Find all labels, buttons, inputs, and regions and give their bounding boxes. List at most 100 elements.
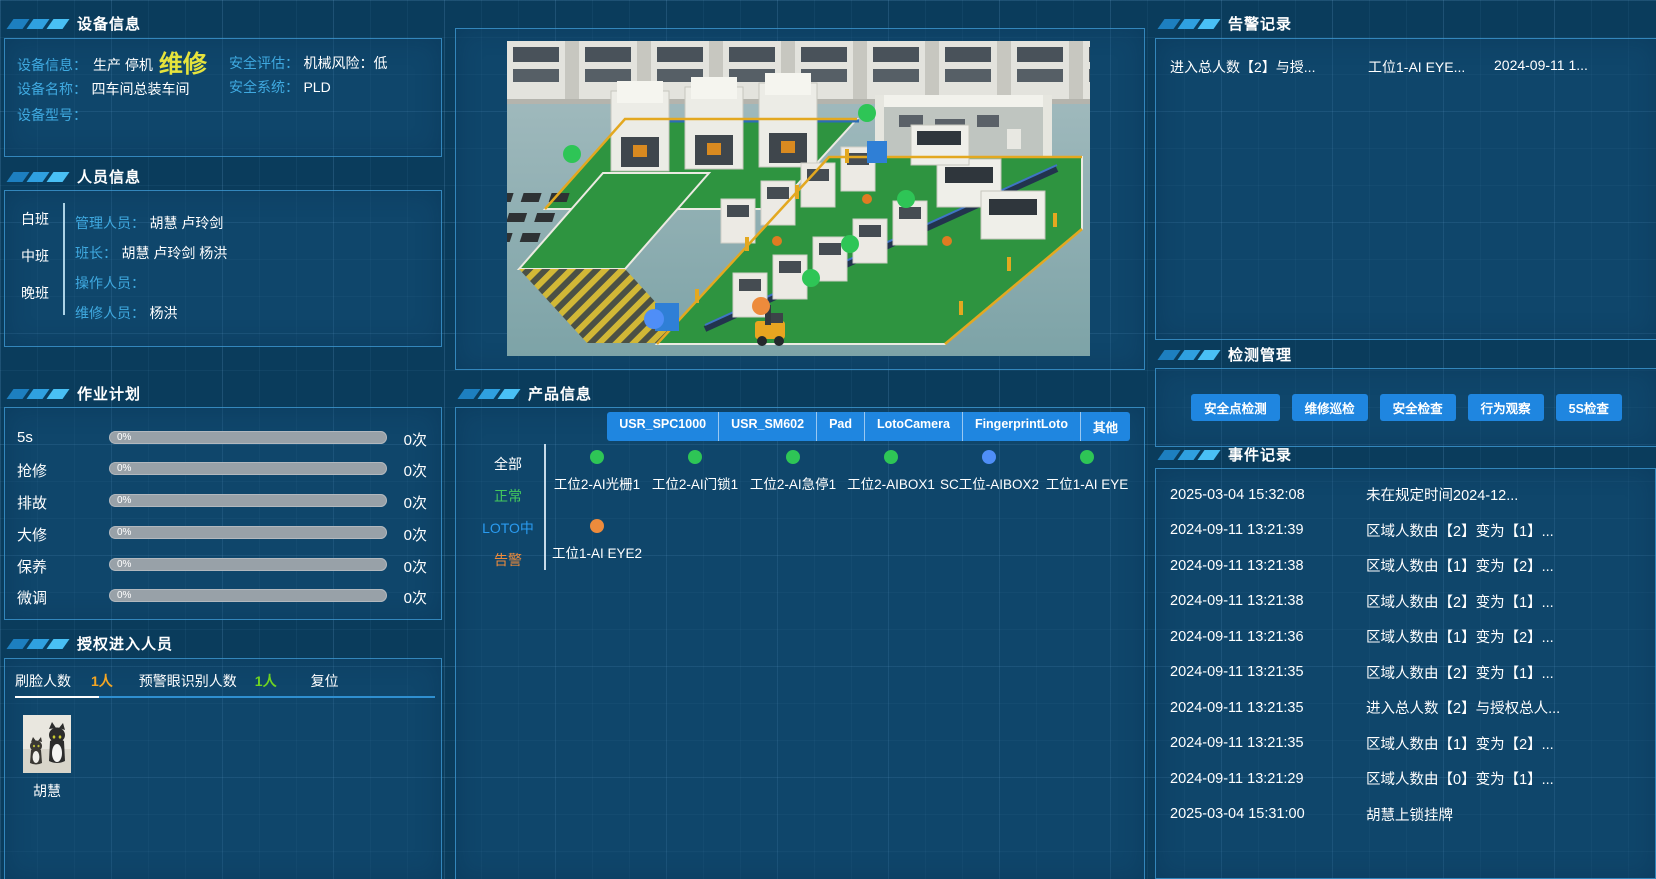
face-count-tab[interactable]: 刷脸人数 [15, 671, 71, 691]
event-row[interactable]: 2024-09-11 13:21:36 区域人数由【1】变为【2】... [1156, 619, 1655, 655]
filter-alarm[interactable]: 告警 [482, 544, 534, 576]
event-row[interactable]: 2025-03-04 15:31:00 胡慧上锁挂牌 [1156, 797, 1655, 833]
factory-3d-view[interactable] [507, 41, 1090, 356]
device-row-2: 工位1-AI EYE2 [548, 519, 1138, 562]
work-plan-panel: 5s 0% 0次 抢修 0% 0次 排故 0% 0次 大修 0% 0次 保养 0… [4, 407, 442, 620]
event-time: 2024-09-11 13:21:36 [1170, 629, 1366, 645]
alarm-message: 进入总人数【2】与授... [1170, 57, 1352, 77]
inspection-buttons: 安全点检测 维修巡检 安全检查 行为观察 5S检查 [1156, 369, 1656, 421]
work-plan-row-count: 0次 [404, 556, 427, 577]
work-plan-row-count: 0次 [404, 492, 427, 513]
personnel-title: 人员信息 [77, 166, 141, 187]
button-fingerprintloto[interactable]: FingerprintLoto [963, 412, 1081, 441]
filter-loto[interactable]: LOTO中 [482, 512, 534, 544]
behavior-observation-button[interactable]: 行为观察 [1468, 394, 1544, 421]
device-item[interactable]: 工位1-AI EYE2 [548, 519, 646, 562]
event-row[interactable]: 2024-09-11 13:21:38 区域人数由【2】变为【1】... [1156, 584, 1655, 620]
status-filter-list: 全部 正常 LOTO中 告警 [482, 448, 534, 576]
shift-tab-night[interactable]: 晚班 [21, 283, 49, 303]
maintenance-patrol-button[interactable]: 维修巡检 [1292, 394, 1368, 421]
device-item[interactable]: 工位2-AI门锁1 [646, 450, 744, 493]
alarm-row[interactable]: 进入总人数【2】与授... 工位1-AI EYE... 2024-09-11 1… [1156, 39, 1656, 77]
button-lotocamera[interactable]: LotoCamera [865, 412, 963, 441]
shift-tab-middle[interactable]: 中班 [21, 246, 49, 266]
safety-point-check-button[interactable]: 安全点检测 [1191, 394, 1280, 421]
safety-inspection-button[interactable]: 安全检查 [1380, 394, 1456, 421]
section-marker-icon [1161, 450, 1217, 460]
device-name-label: 设备名称： [17, 81, 87, 97]
filter-all[interactable]: 全部 [482, 448, 534, 480]
authorized-header: 授权进入人员 [10, 633, 173, 654]
event-row[interactable]: 2024-09-11 13:21:38 区域人数由【1】变为【2】... [1156, 548, 1655, 584]
button-usr-sm602[interactable]: USR_SM602 [719, 412, 817, 441]
event-time: 2025-03-04 15:31:00 [1170, 806, 1366, 822]
event-row[interactable]: 2024-09-11 13:21:29 区域人数由【0】变为【1】... [1156, 761, 1655, 797]
section-marker-icon [10, 19, 66, 29]
person-photo[interactable] [23, 715, 71, 773]
progress-bar: 0% [109, 462, 387, 475]
work-plan-row: 抢修 0% 0次 [17, 459, 427, 479]
status-dot-green-icon [590, 450, 604, 464]
alarm-records-header: 告警记录 [1161, 13, 1292, 34]
event-row[interactable]: 2024-09-11 13:21:35 区域人数由【1】变为【2】... [1156, 726, 1655, 762]
event-message: 区域人数由【2】变为【1】... [1366, 591, 1655, 612]
section-marker-icon [461, 389, 517, 399]
face-count-value: 1人 [91, 671, 113, 691]
button-pad[interactable]: Pad [817, 412, 865, 441]
event-message: 区域人数由【1】变为【2】... [1366, 626, 1655, 647]
status-dot-green-icon [688, 450, 702, 464]
device-item[interactable]: SC工位-AIBOX2 [940, 450, 1038, 493]
progress-bar: 0% [109, 589, 387, 602]
event-records-title: 事件记录 [1228, 444, 1292, 465]
event-row[interactable]: 2024-09-11 13:21:35 进入总人数【2】与授权总人... [1156, 690, 1655, 726]
work-plan-row-label: 保养 [17, 556, 47, 577]
event-time: 2024-09-11 13:21:35 [1170, 664, 1366, 680]
status-dot-green-icon [786, 450, 800, 464]
device-info-title: 设备信息 [77, 13, 141, 34]
device-item[interactable]: 工位1-AI EYE [1038, 450, 1136, 493]
shift-divider [63, 203, 65, 315]
event-message: 区域人数由【1】变为【2】... [1366, 733, 1655, 754]
device-item[interactable]: 工位2-AIBOX1 [842, 450, 940, 493]
status-dot-green-icon [1080, 450, 1094, 464]
factory-3d-panel [455, 28, 1145, 370]
button-usr-spc1000[interactable]: USR_SPC1000 [607, 412, 719, 441]
device-state-label: 设备信息： [17, 55, 87, 75]
event-time: 2024-09-11 13:21:35 [1170, 700, 1366, 716]
factory-3d-render [507, 41, 1090, 356]
event-time: 2024-09-11 13:21:29 [1170, 771, 1366, 787]
authorized-title: 授权进入人员 [77, 633, 173, 654]
device-item[interactable]: 工位2-AI光栅1 [548, 450, 646, 493]
event-row[interactable]: 2025-03-04 15:32:08 未在规定时间2024-12... [1156, 477, 1655, 513]
shift-tab-day[interactable]: 白班 [21, 209, 49, 229]
section-marker-icon [1161, 350, 1217, 360]
personnel-header: 人员信息 [10, 166, 141, 187]
5s-check-button[interactable]: 5S检查 [1556, 394, 1622, 421]
device-info-header: 设备信息 [10, 13, 141, 34]
work-plan-header: 作业计划 [10, 383, 141, 404]
event-message: 区域人数由【2】变为【1】... [1366, 662, 1655, 683]
device-state-value: 生产 停机 [93, 55, 153, 75]
filter-normal[interactable]: 正常 [482, 480, 534, 512]
personnel-panel: 白班 中班 晚班 管理人员： 胡慧 卢玲剑 班长： 胡慧 卢玲剑 杨洪 操作人员… [4, 190, 442, 347]
status-dot-blue-icon [982, 450, 996, 464]
work-plan-row: 大修 0% 0次 [17, 523, 427, 543]
device-grid: 工位2-AI光栅1 工位2-AI门锁1 工位2-AI急停1 工位2-AIBOX1… [548, 450, 1138, 562]
maintainer-value: 杨洪 [149, 305, 177, 321]
button-other[interactable]: 其他 [1081, 412, 1130, 441]
work-plan-row-label: 抢修 [17, 460, 47, 481]
inspection-title: 检测管理 [1228, 344, 1292, 365]
work-plan-row-count: 0次 [404, 524, 427, 545]
reset-button[interactable]: 复位 [311, 671, 339, 691]
warn-eye-tab[interactable]: 预警眼识别人数 [139, 671, 237, 691]
event-row[interactable]: 2024-09-11 13:21:35 区域人数由【2】变为【1】... [1156, 655, 1655, 691]
work-plan-row-count: 0次 [404, 460, 427, 481]
work-plan-row: 微调 0% 0次 [17, 586, 427, 606]
device-item[interactable]: 工位2-AI急停1 [744, 450, 842, 493]
maintainer-label: 维修人员： [75, 305, 145, 321]
event-row[interactable]: 2024-09-11 13:21:39 区域人数由【2】变为【1】... [1156, 513, 1655, 549]
alarm-time: 2024-09-11 1... [1494, 57, 1647, 73]
section-marker-icon [10, 172, 66, 182]
work-plan-row-label: 微调 [17, 587, 47, 608]
safety-eval-label: 安全评估： [229, 55, 299, 71]
